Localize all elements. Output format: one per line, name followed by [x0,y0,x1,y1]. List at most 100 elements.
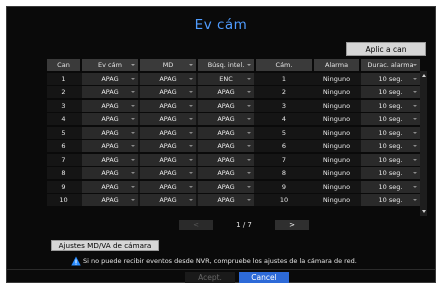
next-page-button[interactable]: > [275,220,309,230]
select-ev[interactable]: APAG [82,86,138,98]
chevron-down-icon[interactable] [189,145,193,147]
md-va-settings-button[interactable]: Ajustes MD/VA de cámara [51,240,159,251]
select-ev[interactable]: APAG [82,153,138,166]
chevron-down-icon[interactable] [189,131,193,134]
scroll-up-icon[interactable] [422,74,426,77]
cell-alarma[interactable]: Ninguno [314,127,359,139]
chevron-down-icon[interactable] [413,199,417,201]
select-busq[interactable]: ENC [198,72,254,85]
select-busq[interactable]: APAG [198,113,254,125]
chevron-down-icon[interactable] [189,104,193,107]
select-md[interactable]: APAG [140,126,196,139]
select-busq[interactable]: APAG [198,99,254,112]
chevron-down-icon[interactable] [413,131,417,134]
cell-alarma[interactable]: Ninguno [314,194,359,206]
select-ev[interactable]: APAG [82,113,138,125]
chevron-down-icon[interactable] [413,77,417,80]
column-header-busq[interactable]: Búsq. intel. [198,59,254,71]
select-ev[interactable]: APAG [82,180,138,193]
select-md[interactable]: APAG [140,86,196,98]
cell-alarma[interactable]: Ninguno [314,181,359,193]
chevron-down-icon[interactable] [413,145,417,147]
chevron-down-icon[interactable] [413,172,417,174]
select-durac[interactable]: 10 seg. [361,140,420,152]
chevron-down-icon[interactable] [131,158,135,161]
chevron-down-icon[interactable] [413,91,417,93]
chevron-down-icon[interactable] [131,131,135,134]
chevron-down-icon[interactable] [413,118,417,120]
chevron-down-icon[interactable] [189,185,193,188]
chevron-down-icon[interactable] [247,158,251,161]
chevron-down-icon[interactable] [131,185,135,188]
chevron-down-icon[interactable] [247,199,251,201]
chevron-down-icon[interactable] [189,118,193,120]
select-busq[interactable]: APAG [198,86,254,98]
select-ev[interactable]: APAG [82,126,138,139]
column-header-durac[interactable]: Durac. alarma [361,59,420,71]
select-durac[interactable]: 10 seg. [361,113,420,125]
chevron-down-icon[interactable] [247,91,251,93]
select-busq[interactable]: APAG [198,126,254,139]
previous-page-button[interactable]: < [179,220,213,230]
chevron-down-icon[interactable] [189,172,193,174]
chevron-down-icon[interactable] [247,77,251,80]
chevron-down-icon[interactable] [247,145,251,147]
select-busq[interactable]: APAG [198,153,254,166]
select-ev[interactable]: APAG [82,72,138,85]
chevron-down-icon[interactable] [131,172,135,174]
select-durac[interactable]: 10 seg. [361,72,420,85]
select-ev[interactable]: APAG [82,194,138,206]
accept-button[interactable]: Acept. [185,272,235,283]
apply-to-all-channels-button[interactable]: Aplic a can [346,42,426,56]
chevron-down-icon[interactable] [131,104,135,107]
chevron-down-icon[interactable] [189,199,193,201]
column-header-md[interactable]: MD [140,59,196,71]
select-ev[interactable]: APAG [82,99,138,112]
chevron-down-icon[interactable] [189,91,193,93]
select-durac[interactable]: 10 seg. [361,99,420,112]
select-durac[interactable]: 10 seg. [361,86,420,98]
chevron-down-icon[interactable] [413,104,417,107]
cell-alarma[interactable]: Ninguno [314,167,359,179]
chevron-down-icon[interactable] [413,158,417,161]
chevron-down-icon[interactable] [413,185,417,188]
select-md[interactable]: APAG [140,113,196,125]
chevron-down-icon[interactable] [131,64,135,66]
chevron-down-icon[interactable] [131,199,135,201]
select-ev[interactable]: APAG [82,140,138,152]
select-ev[interactable]: APAG [82,167,138,179]
chevron-down-icon[interactable] [131,91,135,93]
cancel-button[interactable]: Cancel [239,272,289,283]
select-durac[interactable]: 10 seg. [361,194,420,206]
select-md[interactable]: APAG [140,180,196,193]
column-header-ev[interactable]: Ev cám [82,59,138,71]
cell-alarma[interactable]: Ninguno [314,140,359,152]
select-durac[interactable]: 10 seg. [361,153,420,166]
cell-alarma[interactable]: Ninguno [314,73,359,85]
select-durac[interactable]: 10 seg. [361,180,420,193]
chevron-down-icon[interactable] [131,118,135,120]
chevron-down-icon[interactable] [247,64,251,66]
select-md[interactable]: APAG [140,153,196,166]
table-scrollbar[interactable] [420,71,427,216]
select-busq[interactable]: APAG [198,194,254,206]
chevron-down-icon[interactable] [131,77,135,80]
chevron-down-icon[interactable] [413,64,417,66]
chevron-down-icon[interactable] [247,104,251,107]
cell-alarma[interactable]: Ninguno [314,86,359,98]
chevron-down-icon[interactable] [247,172,251,174]
chevron-down-icon[interactable] [131,145,135,147]
cell-alarma[interactable]: Ninguno [314,113,359,125]
select-md[interactable]: APAG [140,99,196,112]
select-md[interactable]: APAG [140,194,196,206]
chevron-down-icon[interactable] [247,131,251,134]
chevron-down-icon[interactable] [189,64,193,66]
select-busq[interactable]: APAG [198,140,254,152]
select-md[interactable]: APAG [140,140,196,152]
chevron-down-icon[interactable] [247,118,251,120]
select-md[interactable]: APAG [140,167,196,179]
select-durac[interactable]: 10 seg. [361,126,420,139]
cell-alarma[interactable]: Ninguno [314,100,359,112]
scroll-down-icon[interactable] [422,210,426,213]
cell-alarma[interactable]: Ninguno [314,154,359,166]
